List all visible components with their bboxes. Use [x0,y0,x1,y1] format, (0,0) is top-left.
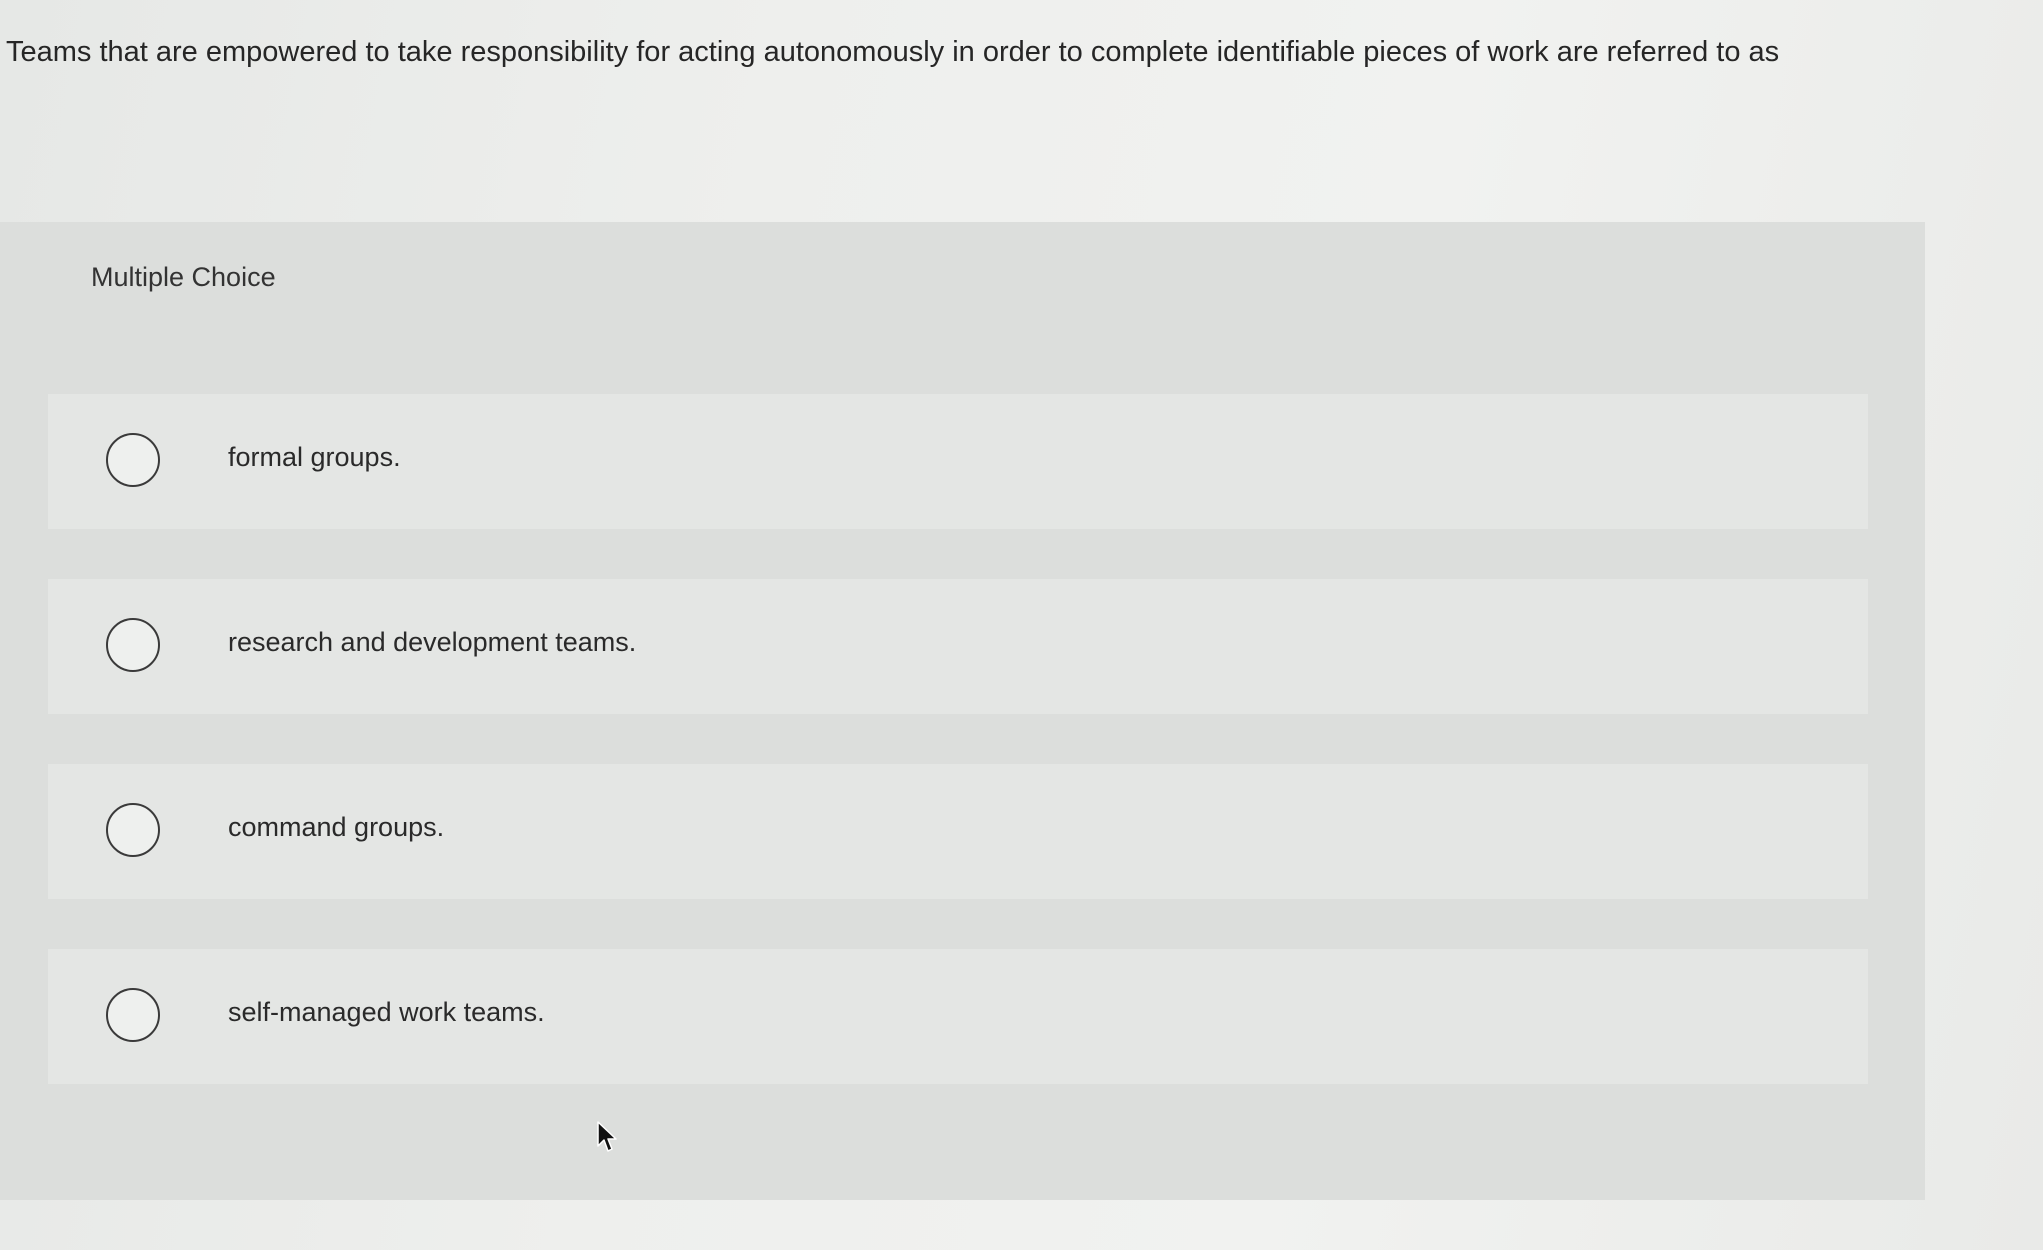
radio-button-icon[interactable] [106,433,160,487]
option-label: research and development teams. [228,627,637,657]
question-type-label: Multiple Choice [91,262,276,292]
mouse-pointer-icon [597,1121,617,1152]
option-label: command groups. [228,812,445,842]
answer-options-list: formal groups. research and development … [48,394,1868,1134]
radio-button-icon[interactable] [106,803,160,857]
answer-option-formal-groups[interactable]: formal groups. [48,394,1868,529]
answer-option-research-and-development-teams[interactable]: research and development teams. [48,579,1868,714]
answer-option-command-groups[interactable]: command groups. [48,764,1868,899]
answer-option-self-managed-work-teams[interactable]: self-managed work teams. [48,949,1868,1084]
multiple-choice-panel: Multiple Choice formal groups. research … [0,222,1925,1200]
question-text: Teams that are empowered to take respons… [6,36,1780,68]
radio-button-icon[interactable] [106,618,160,672]
radio-button-icon[interactable] [106,988,160,1042]
option-label: self-managed work teams. [228,997,545,1027]
option-label: formal groups. [228,442,401,472]
